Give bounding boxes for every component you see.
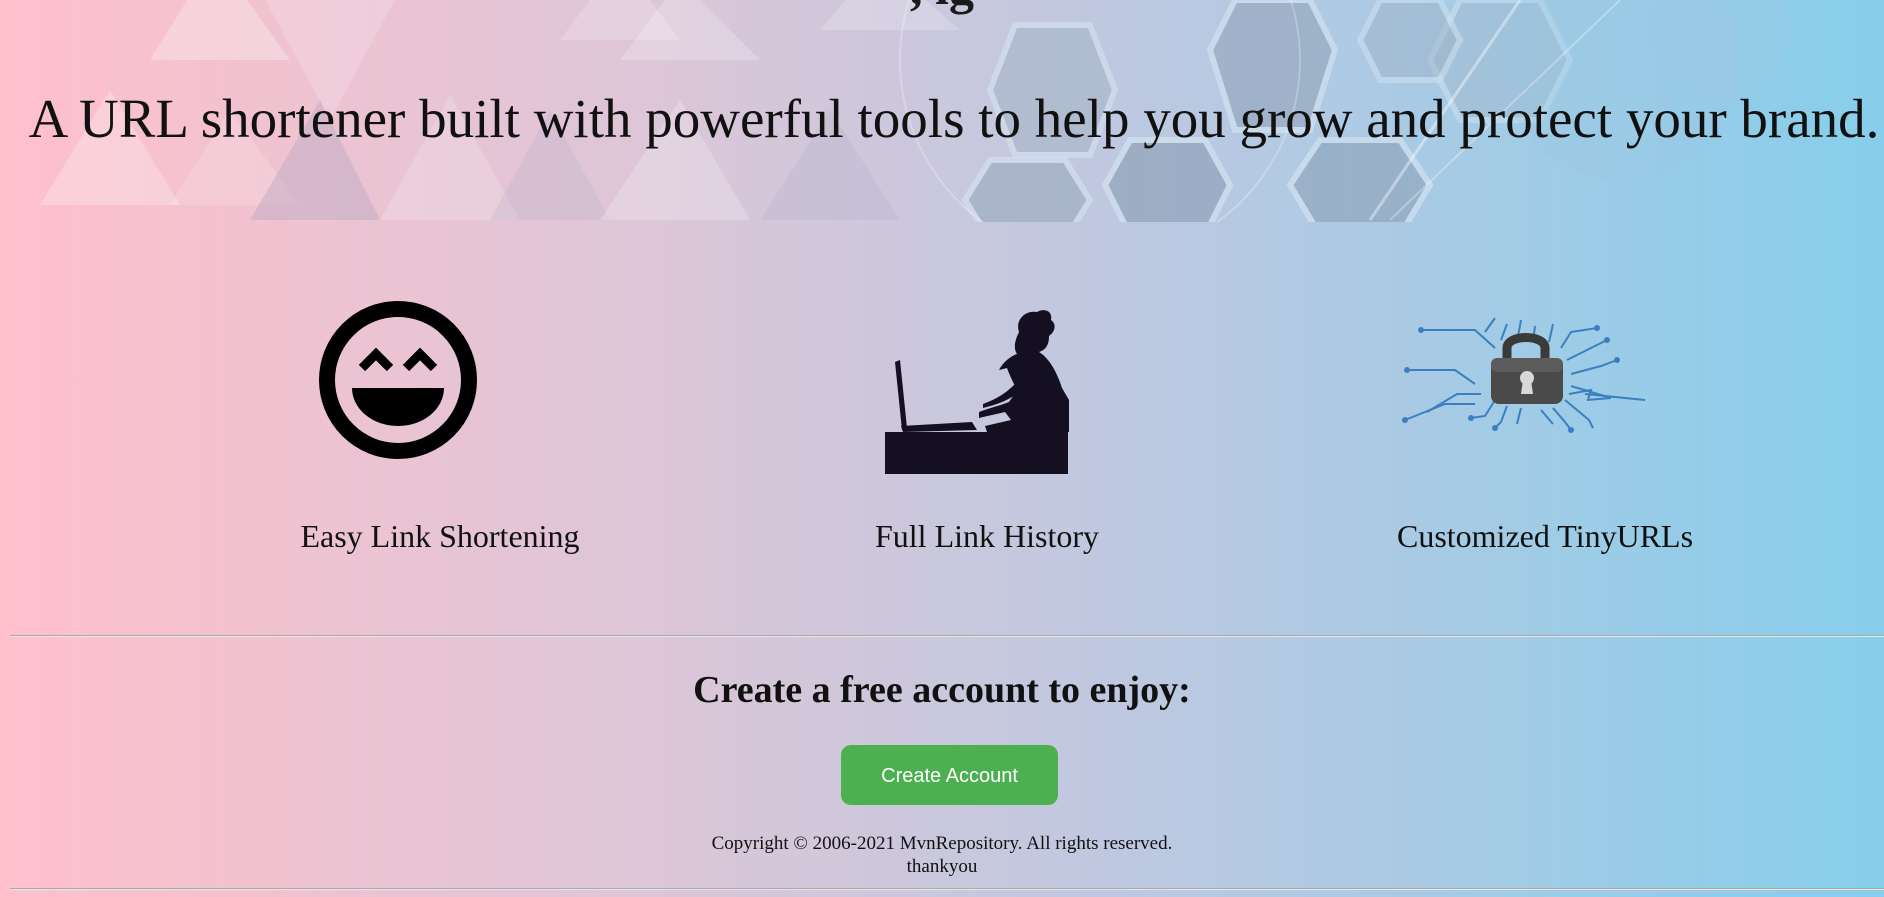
footer-divider <box>10 888 1884 890</box>
woman-at-laptop-icon <box>787 290 1187 490</box>
page-title-cropped: , ig <box>0 0 1884 12</box>
copyright-text: Copyright © 2006-2021 MvnRepository. All… <box>711 833 1173 854</box>
feature-label: Customized TinyURLs <box>1396 518 1694 554</box>
smiley-face-icon <box>240 290 640 490</box>
feature-customized-tinyurls: Customized TinyURLs <box>1345 290 1745 570</box>
feature-easy-link-shortening: Easy Link Shortening <box>240 290 640 570</box>
cta-heading: Create a free account to enjoy: <box>693 669 1191 711</box>
hero-banner: , ig A URL shortener built with powerful… <box>0 0 1884 222</box>
hero-tagline: A URL shortener built with powerful tool… <box>28 88 1880 149</box>
feature-full-link-history: Full Link History <box>787 290 1187 570</box>
feature-label: Full Link History <box>874 518 1099 554</box>
circuit-padlock-icon <box>1345 290 1745 490</box>
create-account-button[interactable]: Create Account <box>841 745 1058 805</box>
feature-label: Easy Link Shortening <box>300 518 580 554</box>
footer: Copyright © 2006-2021 MvnRepository. All… <box>0 832 1884 878</box>
section-divider <box>10 635 1884 637</box>
thank-you-text: thankyou <box>906 856 978 877</box>
